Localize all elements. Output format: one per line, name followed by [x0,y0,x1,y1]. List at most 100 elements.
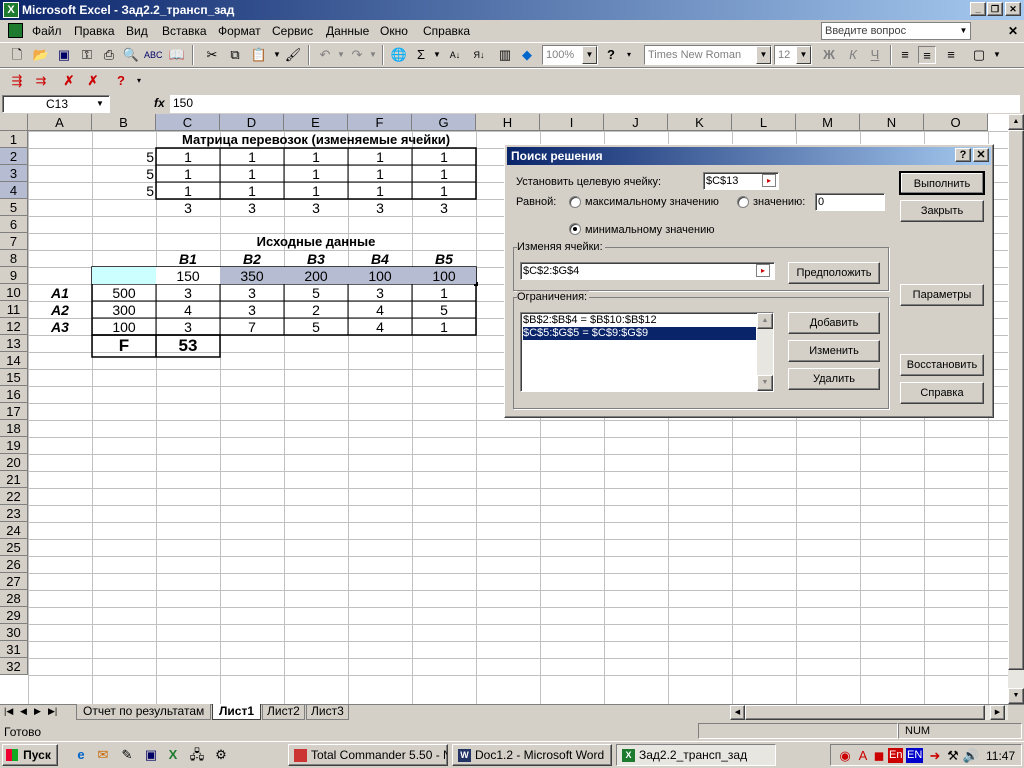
row-header[interactable]: 8 [0,250,28,267]
cost-cell[interactable]: 4 [348,301,412,318]
radio-min[interactable] [569,223,581,235]
row-header[interactable]: 26 [0,556,28,573]
menu-data[interactable]: Данные [326,24,369,38]
column-header[interactable]: D [220,114,284,131]
menu-format[interactable]: Формат [218,24,261,38]
tab-prev-icon[interactable]: ◀ [20,706,27,717]
hyperlink-icon[interactable]: 🌐 [390,46,408,64]
column-header[interactable]: I [540,114,604,131]
column-sum-cell[interactable]: 3 [412,199,476,216]
excel-quick-icon[interactable]: X [164,746,182,764]
scroll-thumb[interactable] [1008,130,1024,670]
cost-cell[interactable]: 5 [412,301,476,318]
ask-dropdown-arrow[interactable]: ▼ [957,23,970,39]
supply-cell[interactable]: 500 [92,284,156,301]
cost-cell[interactable]: 4 [156,301,220,318]
row-header[interactable]: 1 [0,131,28,148]
demand-cell[interactable]: 200 [284,267,348,284]
cost-cell[interactable]: 3 [156,284,220,301]
ie-icon[interactable]: e [72,746,90,764]
radio-value[interactable] [737,196,749,208]
cost-cell[interactable]: 5 [284,284,348,301]
column-header[interactable]: A [28,114,92,131]
value-field[interactable]: 0 [815,193,885,211]
matrix-cell[interactable]: 1 [156,148,220,165]
supplier-label[interactable]: A1 [28,284,92,301]
disk-icon[interactable]: ▣ [142,746,160,764]
select-all-corner[interactable] [0,114,28,131]
network-icon[interactable]: 🖧 [188,746,206,764]
zoom-combo[interactable]: 100% ▼ [542,45,598,65]
trace-precedents-icon[interactable]: ⇶ [8,72,26,90]
matrix-cell[interactable]: 1 [412,148,476,165]
align-center-icon[interactable]: ≡ [918,46,936,64]
task-excel[interactable]: Зад2.2_трансп_зад [616,744,776,766]
constraints-scroll-down[interactable]: ▼ [757,375,773,391]
restore-button[interactable]: ❐ [987,2,1003,16]
column-sum-cell[interactable]: 3 [348,199,412,216]
consumer-header[interactable]: B2 [220,250,284,267]
tab-sheet3[interactable]: Лист3 [306,704,349,720]
trace-dependents-icon[interactable]: ⇉ [32,72,50,90]
f-label-cell[interactable]: F [92,335,156,357]
run-button[interactable]: Выполнить [899,171,985,195]
row-header[interactable]: 6 [0,216,28,233]
row-header[interactable]: 19 [0,437,28,454]
cost-cell[interactable]: 1 [412,284,476,301]
borders-arrow-icon[interactable]: ▼ [988,46,1006,64]
row-header[interactable]: 24 [0,522,28,539]
options-icon[interactable]: ▾ [620,46,638,64]
row-header[interactable]: 21 [0,471,28,488]
menu-view[interactable]: Вид [126,24,148,38]
borders-icon[interactable]: ▢ [970,46,988,64]
tab-sheet2[interactable]: Лист2 [262,704,305,720]
empty-highlight-cell[interactable] [92,267,156,284]
trace-error-icon[interactable]: ? [112,72,130,90]
hscroll-thumb[interactable] [745,705,985,720]
cost-cell[interactable]: 3 [220,301,284,318]
row-header[interactable]: 27 [0,573,28,590]
row-header[interactable]: 25 [0,539,28,556]
notepad-icon[interactable]: ✎ [118,746,136,764]
demand-cell[interactable]: 350 [220,267,284,284]
restore-button-dialog[interactable]: Восстановить [900,354,984,376]
matrix-cell[interactable]: 1 [412,165,476,182]
menu-file[interactable]: Файл [32,24,62,38]
cost-cell[interactable]: 2 [284,301,348,318]
cost-cell[interactable]: 4 [348,318,412,335]
doc-close-icon[interactable]: ✕ [1008,24,1018,38]
tray-arrow-icon[interactable]: ➜ [926,747,944,765]
matrix-cell[interactable]: 1 [220,148,284,165]
column-header[interactable]: L [732,114,796,131]
constraint-item[interactable]: $B$2:$B$4 = $B$10:$B$12 [523,314,756,327]
row-header[interactable]: 3 [0,165,28,182]
autosum-arrow-icon[interactable]: ▼ [428,46,446,64]
sort-desc-icon[interactable]: Я↓ [470,46,488,64]
column-sum-cell[interactable]: 3 [156,199,220,216]
remove-all-arrows-icon[interactable]: ✗ [84,72,102,90]
params-button[interactable]: Параметры [900,284,984,306]
matrix-cell[interactable]: 1 [348,182,412,199]
hscroll-right-button[interactable]: ▶ [990,705,1005,720]
consumer-header[interactable]: B3 [284,250,348,267]
cost-cell[interactable]: 3 [220,284,284,301]
outlook-icon[interactable]: ✉ [94,746,112,764]
consumer-header[interactable]: B5 [412,250,476,267]
row-header[interactable]: 10 [0,284,28,301]
matrix-cell[interactable]: 1 [220,182,284,199]
sort-asc-icon[interactable]: A↓ [446,46,464,64]
column-header[interactable]: F [348,114,412,131]
formula-input[interactable]: 150 [170,95,1020,113]
f-value-cell[interactable]: 53 [156,335,220,357]
changing-cells-field[interactable]: $C$2:$G$4 [520,262,775,280]
target-collapse-icon[interactable]: ▸ [762,174,776,187]
column-header[interactable]: B [92,114,156,131]
column-header[interactable]: E [284,114,348,131]
menu-help[interactable]: Справка [423,24,470,38]
change-button[interactable]: Изменить [788,340,880,362]
app-icon[interactable]: ⚙ [212,746,230,764]
matrix-cell[interactable]: 1 [348,148,412,165]
menu-insert[interactable]: Вставка [162,24,207,38]
paste-icon[interactable]: 📋 [250,46,268,64]
cost-cell[interactable]: 3 [348,284,412,301]
